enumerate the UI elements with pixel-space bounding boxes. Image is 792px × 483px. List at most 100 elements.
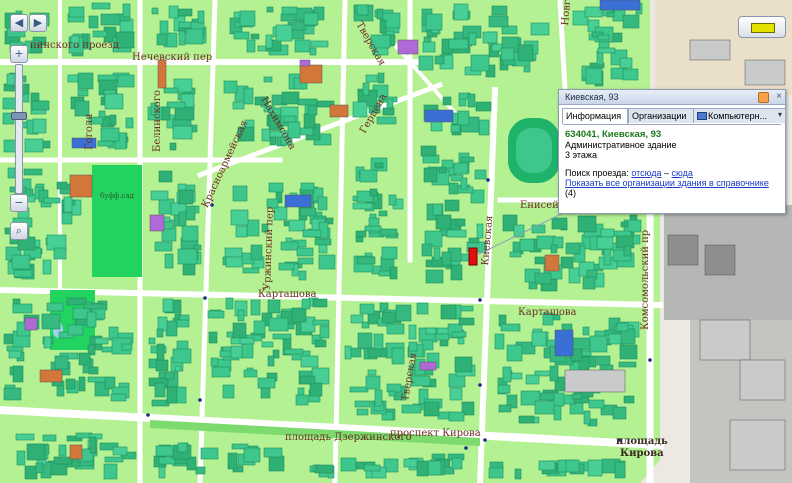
- building[interactable]: [67, 324, 84, 336]
- building[interactable]: [494, 333, 505, 350]
- building[interactable]: [455, 218, 466, 227]
- building[interactable]: [550, 244, 558, 254]
- tab-computer[interactable]: Компьютерн...: [693, 108, 786, 123]
- building[interactable]: [438, 167, 447, 174]
- building[interactable]: [112, 446, 128, 456]
- building[interactable]: [374, 162, 384, 169]
- building[interactable]: [388, 390, 396, 397]
- building[interactable]: [352, 202, 373, 210]
- building[interactable]: [435, 214, 452, 230]
- building[interactable]: [302, 229, 322, 238]
- building[interactable]: [622, 68, 639, 81]
- building[interactable]: [243, 87, 254, 105]
- building[interactable]: [151, 399, 170, 407]
- building[interactable]: [15, 433, 35, 441]
- building[interactable]: [517, 44, 534, 62]
- building[interactable]: [577, 215, 597, 233]
- building[interactable]: [376, 116, 397, 125]
- building[interactable]: [263, 447, 283, 458]
- building[interactable]: [164, 371, 175, 380]
- building[interactable]: [156, 343, 165, 361]
- building[interactable]: [232, 322, 247, 339]
- building[interactable]: [268, 182, 284, 193]
- building[interactable]: [585, 67, 603, 85]
- building[interactable]: [172, 125, 193, 140]
- bus-stop[interactable]: [464, 446, 468, 450]
- building[interactable]: [582, 276, 596, 290]
- building[interactable]: [150, 190, 169, 201]
- building[interactable]: [423, 401, 440, 417]
- building[interactable]: [178, 30, 186, 46]
- building[interactable]: [174, 365, 182, 372]
- building[interactable]: [243, 369, 258, 378]
- building[interactable]: [458, 317, 475, 326]
- building[interactable]: [53, 247, 67, 260]
- building[interactable]: [632, 234, 641, 245]
- building[interactable]: [538, 460, 556, 471]
- building[interactable]: [109, 114, 117, 126]
- building[interactable]: [291, 307, 307, 323]
- building[interactable]: [65, 378, 76, 390]
- building[interactable]: [312, 319, 330, 326]
- building[interactable]: [278, 262, 295, 271]
- building[interactable]: [207, 310, 225, 319]
- building[interactable]: [210, 357, 219, 367]
- building[interactable]: [565, 242, 581, 255]
- building[interactable]: [157, 59, 167, 89]
- building[interactable]: [177, 442, 188, 453]
- building[interactable]: [11, 254, 31, 270]
- building[interactable]: [500, 323, 521, 332]
- garden-park[interactable]: [92, 165, 142, 277]
- building[interactable]: [195, 466, 206, 475]
- building[interactable]: [355, 230, 367, 238]
- building[interactable]: [92, 30, 108, 38]
- building[interactable]: [178, 189, 194, 205]
- bus-stop[interactable]: [203, 296, 207, 300]
- building[interactable]: [283, 348, 304, 355]
- building[interactable]: [667, 234, 699, 266]
- building[interactable]: [616, 322, 629, 332]
- building[interactable]: [491, 5, 508, 16]
- building[interactable]: [386, 323, 405, 335]
- building[interactable]: [381, 246, 398, 260]
- building[interactable]: [266, 6, 274, 13]
- building[interactable]: [172, 348, 192, 364]
- building[interactable]: [42, 259, 52, 275]
- building[interactable]: [531, 331, 547, 347]
- building[interactable]: [63, 196, 73, 213]
- building[interactable]: [425, 13, 443, 31]
- building[interactable]: [161, 106, 171, 121]
- building[interactable]: [260, 387, 271, 399]
- building[interactable]: [298, 270, 307, 281]
- building[interactable]: [588, 399, 605, 409]
- building[interactable]: [299, 64, 323, 84]
- building[interactable]: [377, 72, 385, 84]
- building[interactable]: [149, 214, 165, 232]
- building[interactable]: [181, 225, 199, 242]
- building[interactable]: [362, 82, 370, 96]
- building[interactable]: [232, 101, 245, 110]
- building[interactable]: [97, 140, 114, 147]
- building[interactable]: [553, 405, 562, 421]
- building[interactable]: [374, 389, 383, 407]
- building[interactable]: [539, 392, 555, 401]
- building[interactable]: [418, 55, 434, 71]
- building[interactable]: [307, 105, 318, 116]
- building[interactable]: [356, 256, 376, 265]
- building[interactable]: [514, 468, 522, 480]
- building[interactable]: [352, 101, 368, 118]
- map-view[interactable]: пинского проезд Нечевский пер Гоголя Бел…: [0, 0, 792, 483]
- building[interactable]: [416, 302, 429, 315]
- building[interactable]: [100, 13, 121, 26]
- building[interactable]: [403, 458, 419, 468]
- building[interactable]: [420, 145, 437, 157]
- building[interactable]: [232, 185, 248, 202]
- building[interactable]: [235, 225, 248, 238]
- building[interactable]: [156, 328, 164, 338]
- bus-stop[interactable]: [486, 178, 490, 182]
- building[interactable]: [69, 444, 83, 460]
- building[interactable]: [58, 444, 67, 457]
- route-to-link[interactable]: сюда: [672, 168, 693, 178]
- building[interactable]: [523, 66, 531, 73]
- building[interactable]: [584, 6, 603, 18]
